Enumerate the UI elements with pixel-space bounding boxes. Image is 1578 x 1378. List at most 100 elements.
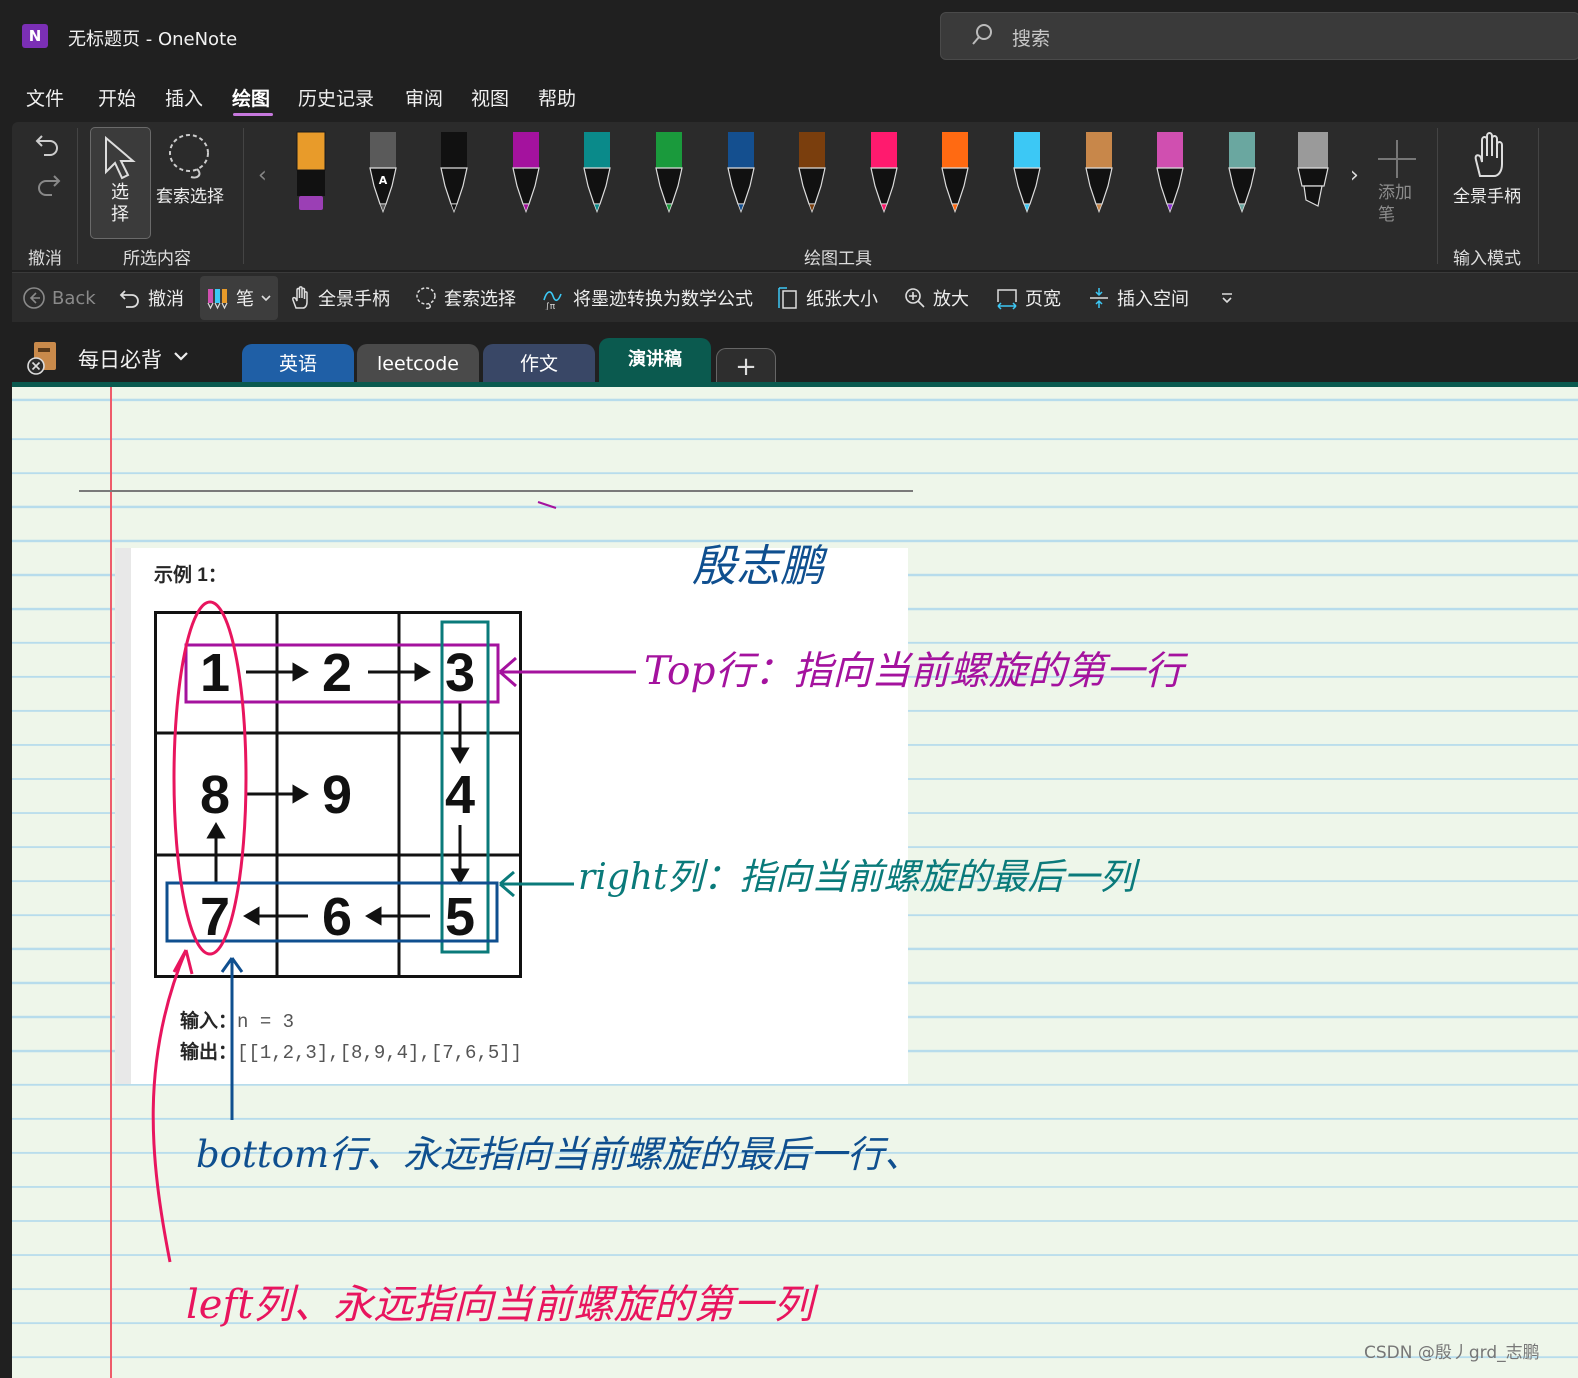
paper-size-button[interactable]: 纸张大小 — [776, 285, 878, 311]
back-button[interactable]: Back — [22, 285, 96, 311]
select-label: 选择 — [111, 182, 129, 225]
menu-home[interactable]: 开始 — [98, 84, 136, 111]
menu-history[interactable]: 历史记录 — [298, 84, 374, 111]
pen-galaxy-pen-icon — [1228, 132, 1256, 214]
undo-group-label: 撤消 — [28, 249, 62, 269]
page-margin-line — [110, 387, 112, 1378]
pen-black-pen[interactable] — [437, 130, 471, 214]
pen-green-pen[interactable] — [652, 130, 686, 214]
add-section-button[interactable]: + — [716, 348, 776, 384]
qat-undo-label: 撤消 — [148, 289, 184, 310]
grid-cell-5: 5 — [445, 887, 475, 947]
qat-lasso-button[interactable]: 套索选择 — [414, 285, 516, 311]
page-title-underline — [79, 490, 913, 492]
lasso-icon — [416, 287, 436, 309]
pen-orange-pen[interactable] — [938, 130, 972, 214]
spiral-matrix-grid: 1 2 3 8 9 4 7 6 5 — [154, 611, 522, 978]
zoom-in-label: 放大 — [933, 289, 969, 310]
input-mode-group-label: 输入模式 — [1453, 249, 1521, 269]
grid-cell-1: 1 — [200, 643, 230, 703]
menu-help[interactable]: 帮助 — [538, 84, 576, 111]
grid-cell-2: 2 — [322, 643, 352, 703]
pen-orange-highlighter[interactable] — [294, 130, 328, 214]
ink-right-note: right列：指向当前螺旋的最后一列 — [578, 857, 1136, 898]
menu-draw[interactable]: 绘图 — [232, 84, 270, 111]
pen-pink-pen[interactable] — [867, 130, 901, 214]
onenote-logo-icon: N — [22, 24, 48, 48]
notebook-nav-bar — [0, 322, 1578, 384]
pen-gray-marker-icon — [1297, 132, 1329, 207]
grid-cell-9: 9 — [322, 765, 352, 825]
qat-pen-label: 笔 — [236, 289, 254, 310]
zoom-in-button[interactable]: 放大 — [903, 285, 969, 311]
ink-math-icon: ∫π — [543, 291, 562, 310]
qat-overflow-icon[interactable] — [1219, 290, 1235, 306]
zoom-in-icon — [905, 288, 925, 308]
pen-brown-pen-icon — [798, 132, 826, 214]
add-pen-label: 添加笔 — [1378, 182, 1418, 226]
menu-view[interactable]: 视图 — [471, 84, 509, 111]
pens-scroll-left-icon[interactable]: ‹ — [258, 163, 267, 188]
input-value: n = 3 — [237, 1011, 295, 1033]
notebook-name[interactable]: 每日必背 — [78, 344, 162, 374]
pen-navy-pen[interactable] — [724, 130, 758, 214]
pointer-icon — [105, 135, 136, 180]
pens-icon — [207, 289, 228, 310]
lasso-select-label: 套索选择 — [156, 187, 224, 207]
menu-file[interactable]: 文件 — [26, 84, 64, 111]
active-menu-indicator — [233, 113, 273, 116]
ink-top-note: Top行：指向当前螺旋的第一行 — [644, 649, 1184, 694]
page-width-label: 页宽 — [1025, 289, 1061, 310]
pen-wood-texture-pen[interactable] — [1082, 130, 1116, 214]
section-tab-english[interactable]: 英语 — [242, 344, 354, 384]
page-width-button[interactable]: 页宽 — [995, 285, 1061, 311]
notebook-icon[interactable] — [26, 340, 60, 376]
example-input-line: 输入：n = 3 — [180, 1006, 294, 1033]
pen-pencil[interactable]: A — [366, 130, 400, 214]
pen-brown-pen[interactable] — [795, 130, 829, 214]
paper-size-icon — [778, 287, 797, 309]
pen-sky-pen[interactable] — [1010, 130, 1044, 214]
pen-orange-highlighter-icon — [296, 131, 326, 210]
back-arrow-icon — [23, 287, 45, 309]
pen-purple-pen-icon — [512, 132, 540, 214]
pens-scroll-right-icon[interactable]: › — [1350, 163, 1359, 188]
grid-cell-7: 7 — [200, 887, 230, 947]
hand-icon — [292, 286, 308, 309]
ink-to-math-button[interactable]: ∫π 将墨迹转换为数学公式 — [541, 285, 753, 311]
search-placeholder: 搜索 — [1012, 28, 1051, 50]
insert-space-button[interactable]: 插入空间 — [1087, 285, 1189, 311]
qat-panhand-button[interactable]: 全景手柄 — [290, 285, 390, 311]
insert-space-label: 插入空间 — [1117, 289, 1189, 310]
svg-text:A: A — [379, 174, 388, 187]
chevron-down-icon[interactable] — [172, 347, 190, 365]
pan-hand-label: 全景手柄 — [1453, 187, 1521, 207]
insert-space-icon — [1090, 288, 1108, 308]
pen-teal-pen[interactable] — [580, 130, 614, 214]
add-pen-button[interactable] — [1370, 134, 1424, 184]
pen-galaxy-pen[interactable] — [1225, 130, 1259, 214]
menu-insert[interactable]: 插入 — [165, 84, 203, 111]
add-pen-label-text: 添加笔 — [1378, 183, 1412, 225]
menu-review[interactable]: 审阅 — [405, 84, 443, 111]
pen-orange-pen-icon — [941, 132, 969, 214]
ink-left-note: left列、永远指向当前螺旋的第一列 — [186, 1282, 814, 1328]
pen-rainbow-pen[interactable] — [1153, 130, 1187, 214]
pan-hand-button[interactable] — [1450, 130, 1530, 180]
selection-group-label: 所选内容 — [123, 249, 191, 269]
redo-icon[interactable] — [32, 168, 64, 200]
undo-icon[interactable] — [32, 128, 64, 160]
undo-icon — [119, 290, 139, 308]
ribbon-divider — [1437, 128, 1438, 264]
qat-undo-button[interactable]: 撤消 — [118, 285, 184, 311]
ink-to-math-label: 将墨迹转换为数学公式 — [573, 289, 753, 310]
section-tab-essay[interactable]: 作文 — [483, 344, 595, 384]
grid-cell-8: 8 — [200, 765, 230, 825]
pen-gray-marker[interactable] — [1296, 130, 1330, 214]
drawing-tools-group-label: 绘图工具 — [804, 249, 872, 269]
section-tab-speech[interactable]: 演讲稿 — [599, 338, 711, 384]
qat-pen-dropdown[interactable]: 笔 — [206, 285, 272, 311]
section-tab-leetcode[interactable]: leetcode — [357, 344, 479, 384]
output-value: [[1,2,3],[8,9,4],[7,6,5]] — [237, 1042, 523, 1064]
pen-purple-pen[interactable] — [509, 130, 543, 214]
